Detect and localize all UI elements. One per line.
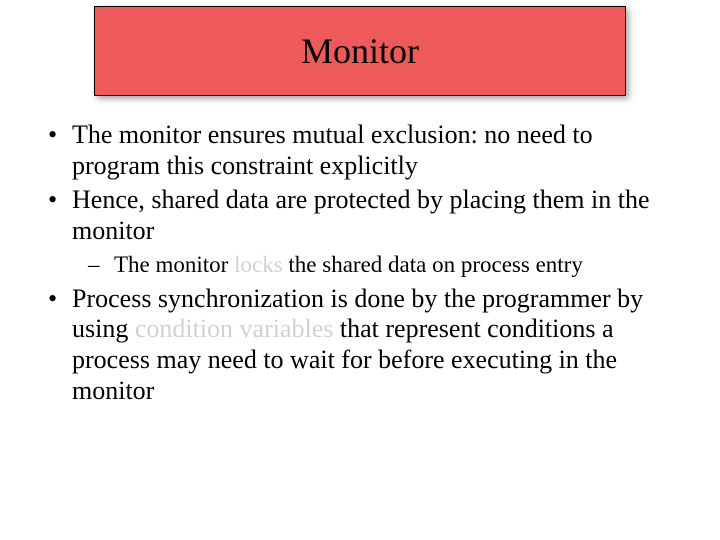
slide-body: The monitor ensures mutual exclusion: no… — [44, 120, 686, 411]
slide: Monitor The monitor ensures mutual exclu… — [0, 0, 720, 540]
bullet-item: Hence, shared data are protected by plac… — [44, 185, 686, 277]
sub-bullet-text-part: the shared data on process entry — [283, 252, 583, 277]
sub-bullet-text-part: The monitor — [114, 252, 234, 277]
sub-bullet-list: The monitor locks the shared data on pro… — [72, 251, 686, 278]
bullet-text: Hence, shared data are protected by plac… — [72, 185, 650, 245]
title-box: Monitor — [94, 6, 626, 96]
bullet-list: The monitor ensures mutual exclusion: no… — [44, 120, 686, 407]
bullet-text: The monitor ensures mutual exclusion: no… — [72, 120, 593, 180]
slide-title: Monitor — [301, 30, 419, 72]
sub-bullet-faded-word: locks — [234, 252, 283, 277]
bullet-item: The monitor ensures mutual exclusion: no… — [44, 120, 686, 181]
bullet-item: Process synchronization is done by the p… — [44, 284, 686, 407]
sub-bullet-item: The monitor locks the shared data on pro… — [72, 251, 686, 278]
bullet-faded-phrase: condition variables — [135, 314, 334, 343]
